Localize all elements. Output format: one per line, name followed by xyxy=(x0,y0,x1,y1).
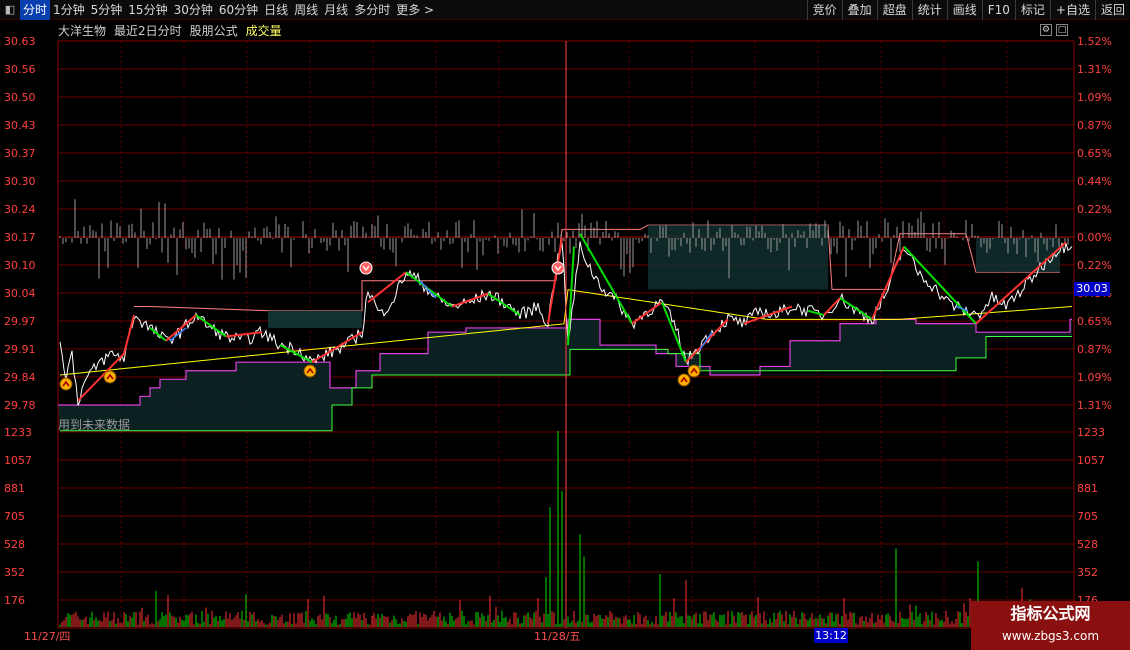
uptrend-segment xyxy=(451,292,489,308)
date-label-day1: 11/27/四 xyxy=(24,630,71,643)
period-tabs: ◧ 分时 1分钟 5分钟 15分钟 30分钟 60分钟 日线 周线 月线 多分时 更多 > xyxy=(0,0,437,20)
pct-axis-label: 0.87% xyxy=(1077,343,1112,356)
price-axis-label: 29.78 xyxy=(4,399,36,412)
uptrend-segment xyxy=(311,331,363,364)
downtrend-segment xyxy=(903,245,977,325)
volume-axis-label-right: 1057 xyxy=(1077,454,1105,467)
watermark-title: 指标公式网 xyxy=(1010,604,1091,623)
pct-axis-label: 1.09% xyxy=(1077,371,1112,384)
downtrend-segment xyxy=(195,314,227,338)
uptrend-segment xyxy=(367,271,407,304)
volume-axis-label-right: 1233 xyxy=(1077,426,1105,439)
pct-axis-label: 0.22% xyxy=(1077,259,1112,272)
volume-axis-label-right: 881 xyxy=(1077,482,1098,495)
short-segment xyxy=(419,280,437,299)
uptrend-segment xyxy=(165,314,197,342)
period-tab-0[interactable]: 分时 xyxy=(20,0,51,20)
period-tab-6[interactable]: 日线 xyxy=(261,0,291,20)
current-price-tag: 30.03 xyxy=(1074,282,1110,296)
price-axis-label: 30.43 xyxy=(4,119,36,132)
uptrend-segment xyxy=(631,301,663,325)
period-tab-9[interactable]: 多分时 xyxy=(351,0,393,20)
toolbar-button-0[interactable]: 竞价 xyxy=(806,0,842,20)
period-tab-2[interactable]: 5分钟 xyxy=(88,0,126,20)
price-axis-label: 30.37 xyxy=(4,147,36,160)
toolbar-button-6[interactable]: 标记 xyxy=(1014,0,1050,20)
buy-marker-icon xyxy=(677,373,691,387)
toolbar-right: 竞价 叠加 超盘 统计 画线 F10 标记 +自选 返回 xyxy=(806,0,1130,20)
downtrend-segment xyxy=(807,309,825,317)
toolbar: ◧ 分时 1分钟 5分钟 15分钟 30分钟 60分钟 日线 周线 月线 多分时 更多 > 竞价 叠加… xyxy=(0,0,1130,20)
panel-toggle-icon[interactable]: ◧ xyxy=(0,0,20,20)
toolbar-button-4[interactable]: 画线 xyxy=(946,0,982,20)
pct-axis-label: 0.65% xyxy=(1077,315,1112,328)
date-label-day2: 11/28/五 xyxy=(534,630,581,643)
cursor-time-tag: 13:12 xyxy=(814,628,848,643)
period-tab-5[interactable]: 60分钟 xyxy=(216,0,261,20)
future-data-note: 用到未来数据 xyxy=(58,418,131,432)
volume-axis-label: 528 xyxy=(4,538,25,551)
period-tab-1[interactable]: 1分钟 xyxy=(50,0,88,20)
buy-marker-icon xyxy=(303,364,317,378)
price-axis-label: 29.97 xyxy=(4,315,36,328)
resistance-zone xyxy=(268,310,362,328)
downtrend-segment xyxy=(839,297,873,321)
toolbar-button-7[interactable]: +自选 xyxy=(1049,0,1095,20)
uptrend-segment xyxy=(685,318,729,363)
price-axis-label: 30.50 xyxy=(4,91,36,104)
volume-axis-label: 1057 xyxy=(4,454,32,467)
period-tab-3[interactable]: 15分钟 xyxy=(125,0,170,20)
volume-axis-label: 881 xyxy=(4,482,25,495)
pct-axis-label: 0.22% xyxy=(1077,203,1112,216)
volume-axis-label: 352 xyxy=(4,566,25,579)
watermark: 指标公式网 www.zbgs3.com xyxy=(971,601,1130,650)
watermark-url: www.zbgs3.com xyxy=(1001,629,1100,643)
price-axis-label: 30.30 xyxy=(4,175,36,188)
price-axis-label: 30.17 xyxy=(4,231,36,244)
price-axis-label: 29.91 xyxy=(4,343,36,356)
volume-axis-label: 176 xyxy=(4,594,25,607)
pct-axis-label: 0.87% xyxy=(1077,119,1112,132)
volume-axis-label-right: 352 xyxy=(1077,566,1098,579)
price-axis-label: 30.63 xyxy=(4,35,36,48)
period-tab-4[interactable]: 30分钟 xyxy=(171,0,216,20)
price-axis-label: 30.04 xyxy=(4,287,36,300)
downtrend-segment xyxy=(279,344,313,364)
period-tab-10[interactable]: 更多 > xyxy=(393,0,437,20)
sell-marker-icon xyxy=(359,261,373,275)
sell-marker-icon xyxy=(551,261,565,275)
toolbar-button-5[interactable]: F10 xyxy=(981,0,1015,20)
uptrend-segment xyxy=(225,331,263,338)
uptrend-segment xyxy=(871,246,905,320)
toolbar-button-2[interactable]: 超盘 xyxy=(876,0,912,20)
buy-marker-icon xyxy=(103,370,117,384)
pct-axis-label: 0.00% xyxy=(1077,231,1112,244)
pct-axis-label: 1.31% xyxy=(1077,399,1112,412)
volume-axis-label: 1233 xyxy=(4,426,32,439)
price-axis-label: 30.24 xyxy=(4,203,36,216)
chart-canvas[interactable]: 30.63 1.52% 30.56 1.31% 30.50 1.09% 30.43 0.87%… xyxy=(0,20,1130,632)
toolbar-button-1[interactable]: 叠加 xyxy=(841,0,877,20)
pct-axis-label: 1.31% xyxy=(1077,63,1112,76)
pct-axis-label: 0.65% xyxy=(1077,147,1112,160)
price-axis-label: 30.10 xyxy=(4,259,36,272)
period-tab-8[interactable]: 月线 xyxy=(321,0,351,20)
toolbar-button-3[interactable]: 统计 xyxy=(911,0,947,20)
pct-axis-label: 1.52% xyxy=(1077,35,1112,48)
volume-axis-label-right: 528 xyxy=(1077,538,1098,551)
price-axis-label: 30.56 xyxy=(4,63,36,76)
buy-marker-icon xyxy=(687,364,701,378)
pct-axis-label: 0.44% xyxy=(1077,175,1112,188)
toolbar-button-8[interactable]: 返回 xyxy=(1094,0,1130,20)
buy-marker-icon xyxy=(59,377,73,391)
pct-axis-label: 1.09% xyxy=(1077,91,1112,104)
period-tab-7[interactable]: 周线 xyxy=(291,0,321,20)
volume-axis-label: 705 xyxy=(4,510,25,523)
downtrend-segment xyxy=(487,292,521,316)
volume-axis-label-right: 705 xyxy=(1077,510,1098,523)
price-axis-label: 29.84 xyxy=(4,371,36,384)
